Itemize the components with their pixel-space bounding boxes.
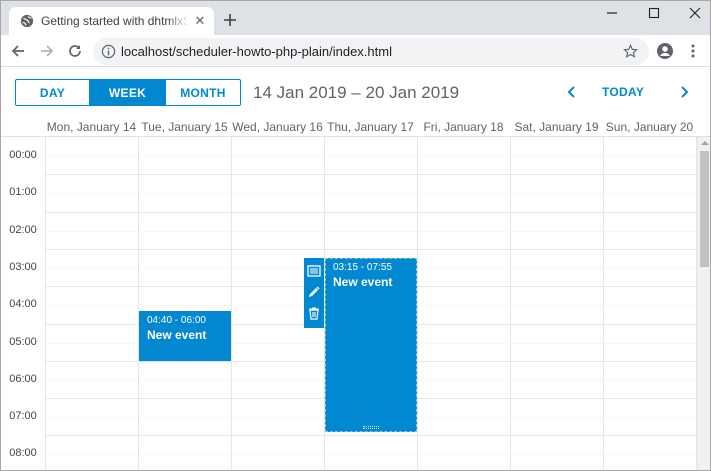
close-tab-icon[interactable]: ✕ (193, 14, 207, 28)
column-divider (45, 137, 46, 470)
event-title: New event (333, 275, 393, 289)
calendar-event[interactable]: 04:40 - 06:00 New event (139, 311, 231, 361)
calendar-event[interactable]: 03:15 - 07:55 New event (325, 258, 417, 432)
half-hour-gridline (45, 193, 697, 194)
half-hour-gridline (45, 454, 697, 455)
tab-day[interactable]: DAY (16, 80, 90, 105)
hour-label: 01:00 (9, 186, 37, 198)
delete-icon[interactable] (307, 306, 321, 320)
half-hour-gridline (45, 156, 697, 157)
hour-label: 03:00 (9, 261, 37, 273)
tab-week[interactable]: WEEK (90, 80, 165, 105)
forward-arrow-icon[interactable] (39, 43, 55, 59)
today-button[interactable]: TODAY (602, 85, 644, 99)
column-divider (138, 137, 139, 470)
column-divider (510, 137, 511, 470)
hour-gridline (45, 174, 697, 175)
day-column-header: Mon, January 14 (46, 120, 137, 134)
hour-gridline (45, 435, 697, 436)
previous-week-chevron-icon[interactable] (565, 85, 579, 99)
event-action-menu (304, 258, 324, 328)
column-divider (417, 137, 418, 470)
browser-window: Getting started with dhtmlxScheduler ✕ (0, 0, 711, 471)
browser-toolbar: localhost/scheduler-howto-php-plain/inde… (1, 35, 710, 67)
edit-icon[interactable] (307, 285, 321, 299)
day-column-header: Thu, January 17 (327, 120, 414, 134)
scroll-thumb[interactable] (700, 151, 709, 267)
globe-icon (20, 14, 34, 28)
day-column-header: Tue, January 15 (141, 120, 228, 134)
browser-tab[interactable]: Getting started with dhtmlxScheduler ✕ (9, 7, 214, 35)
hour-label: 07:00 (9, 410, 37, 422)
close-window-icon[interactable] (685, 5, 705, 21)
hour-label: 02:00 (9, 224, 37, 236)
half-hour-gridline (45, 231, 697, 232)
tab-month[interactable]: MONTH (165, 80, 240, 105)
vertical-scrollbar[interactable] (697, 137, 710, 470)
address-bar[interactable]: localhost/scheduler-howto-php-plain/inde… (93, 38, 649, 65)
hour-label: 08:00 (9, 447, 37, 459)
day-column-header: Sat, January 19 (514, 120, 599, 134)
day-column-header: Wed, January 16 (232, 120, 323, 134)
event-time: 03:15 - 07:55 (333, 262, 392, 273)
title-bar: Getting started with dhtmlxScheduler ✕ (1, 1, 710, 35)
profile-icon[interactable] (656, 42, 674, 60)
hour-label: 05:00 (9, 336, 37, 348)
info-icon[interactable] (101, 44, 116, 59)
reload-icon[interactable] (67, 43, 83, 59)
event-resize-handle[interactable] (363, 426, 379, 429)
bookmark-star-icon[interactable] (623, 44, 638, 59)
scroll-up-arrow-icon[interactable] (701, 141, 709, 145)
event-time: 04:40 - 06:00 (147, 315, 206, 326)
date-range-title: 14 Jan 2019 – 20 Jan 2019 (253, 83, 460, 102)
week-grid[interactable]: 00:00 01:00 02:00 03:00 04:00 05:00 06:00 07:00… (1, 137, 710, 470)
hour-gridline (45, 212, 697, 213)
view-tabs: DAY WEEK MONTH (15, 79, 241, 106)
tab-title: Getting started with dhtmlxScheduler (41, 14, 189, 28)
day-header-row: Mon, January 14 Tue, January 15 Wed, Janua… (1, 117, 710, 137)
details-icon[interactable] (307, 264, 321, 278)
back-arrow-icon[interactable] (10, 43, 26, 59)
minimize-icon[interactable] (602, 5, 622, 21)
column-divider (231, 137, 232, 470)
next-week-chevron-icon[interactable] (677, 85, 691, 99)
hour-label: 06:00 (9, 373, 37, 385)
day-column-header: Fri, January 18 (423, 120, 504, 134)
event-title: New event (147, 328, 207, 342)
more-menu-icon[interactable] (687, 43, 699, 59)
new-tab-icon[interactable] (221, 11, 239, 29)
url-text[interactable]: localhost/scheduler-howto-php-plain/inde… (121, 44, 392, 59)
day-column-header: Sun, January 20 (605, 120, 694, 134)
maximize-icon[interactable] (644, 5, 664, 21)
hour-gridline (45, 249, 697, 250)
column-divider (603, 137, 604, 470)
hour-label: 00:00 (9, 149, 37, 161)
hour-label: 04:00 (9, 298, 37, 310)
